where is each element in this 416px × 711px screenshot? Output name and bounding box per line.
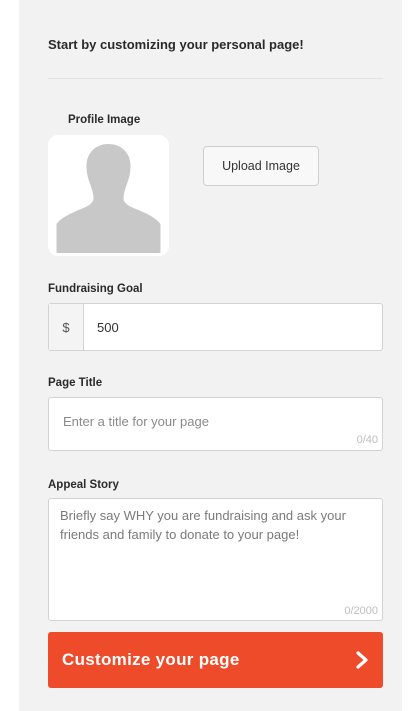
profile-image-label: Profile Image [68, 114, 141, 126]
appeal-story-input[interactable] [60, 506, 370, 596]
page-title-counter: 0/40 [356, 434, 378, 446]
appeal-story-label: Appeal Story [48, 479, 119, 491]
page-title-field: 0/40 [48, 397, 383, 451]
divider [48, 78, 383, 79]
intro-heading: Start by customizing your personal page! [48, 37, 304, 52]
customize-page-button[interactable]: Customize your page [48, 632, 383, 688]
appeal-story-counter: 0/2000 [344, 605, 378, 617]
chevron-right-icon [355, 651, 369, 669]
appeal-story-field: 0/2000 [48, 498, 383, 621]
form-panel: Start by customizing your personal page!… [19, 0, 402, 711]
page-title-input[interactable] [61, 413, 365, 430]
avatar [48, 135, 169, 256]
fundraising-goal-input[interactable] [84, 304, 382, 350]
customize-page-label: Customize your page [62, 650, 240, 669]
fundraising-goal-field: $ [48, 303, 383, 351]
upload-image-button[interactable]: Upload Image [203, 146, 319, 186]
person-silhouette-icon [51, 138, 166, 253]
page-title-label: Page Title [48, 377, 103, 389]
currency-prefix: $ [49, 304, 84, 350]
fundraising-goal-label: Fundraising Goal [48, 283, 143, 295]
